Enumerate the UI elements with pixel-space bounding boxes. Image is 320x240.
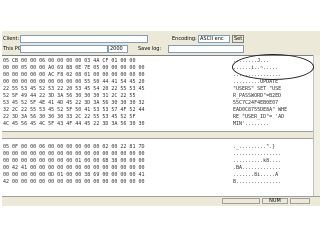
hex-bytes: 00 00 00 00 00 0D 01 00 00 38 69 00 00 0… xyxy=(3,172,145,178)
ascii-text: ..........k8.... xyxy=(233,158,282,164)
ascii-text: B............... xyxy=(233,179,282,185)
hex-bytes: 32 2C 22 55 53 45 52 5F 50 41 53 53 57 4… xyxy=(3,107,145,113)
hex-bytes: 53 45 52 5F 4E 41 4D 45 22 3D 3A 56 30 3… xyxy=(3,100,145,106)
status-cell-blank xyxy=(222,198,260,204)
ascii-text: R_PASSWORD"=B2ED xyxy=(233,93,282,99)
ascii-text: EAD0C8755DE8A" WHE xyxy=(233,107,288,113)
hex-bytes: 00 00 00 00 00 AC F8 02 08 01 00 00 00 0… xyxy=(3,72,145,78)
ascii-text: .BA............. xyxy=(233,165,282,171)
hex-bytes: 00 00 00 00 00 00 00 00 00 55 50 44 41 5… xyxy=(3,79,145,85)
hex-bytes: 05 CB 00 00 06 00 00 00 00 03 4A CF 01 0… xyxy=(3,58,136,64)
hex-bytes: 4C 45 56 45 4C 5F 43 4F 44 45 22 3D 3A 5… xyxy=(3,121,145,127)
this-pc-field[interactable] xyxy=(20,45,108,53)
hex-bytes: 52 5F 49 44 22 3D 3A 56 30 30 30 31 2C 2… xyxy=(3,93,136,99)
encoding-label: Encoding: xyxy=(172,36,197,42)
save-log-field[interactable] xyxy=(168,45,244,53)
hex-bytes: 42 00 00 00 00 00 00 00 00 00 00 00 00 0… xyxy=(3,179,145,185)
ascii-text: 55C7C24F4EB0E07 xyxy=(233,100,279,106)
ascii-text: "USERS" SET "USE xyxy=(233,86,282,92)
highlight-ellipse xyxy=(232,54,314,80)
num-lock-indicator: NUM xyxy=(262,198,288,204)
section-divider[interactable] xyxy=(2,131,314,139)
encoding-field[interactable]: ASCII enc xyxy=(198,35,230,43)
hex-bytes: 00 00 00 00 00 00 00 00 00 00 00 00 00 0… xyxy=(3,151,145,157)
client-label: Client: xyxy=(3,36,20,42)
ascii-text: RE "USER_ID"= 'AD xyxy=(233,114,285,120)
hex-bytes: 22 55 53 45 52 53 22 20 53 45 54 20 22 5… xyxy=(3,86,145,92)
hex-bytes: 00 00 05 00 00 A0 69 B8 0E 7E 05 00 00 0… xyxy=(3,65,145,71)
status-bar: NUM xyxy=(2,196,320,206)
vertical-scrollbar[interactable] xyxy=(313,55,320,197)
status-cell-empty xyxy=(290,198,310,204)
save-log-label: Save log: xyxy=(138,46,162,52)
ascii-text: .......8i.....A xyxy=(233,172,279,178)
port-field[interactable]: 2000 xyxy=(108,45,128,53)
ascii-text: MIN'........ xyxy=(233,121,270,127)
hex-bytes: 00 00 00 00 00 00 00 00 01 00 00 6B 38 0… xyxy=(3,158,145,164)
ascii-text: ._.........".} xyxy=(233,144,276,150)
hex-bytes: 22 3D 3A 56 30 30 30 33 2C 22 55 53 45 5… xyxy=(3,114,136,120)
hex-bytes: 00 42 41 00 00 00 00 00 00 00 00 00 00 0… xyxy=(3,165,145,171)
hex-bytes: 05 0F 00 00 06 00 00 00 00 00 00 02 00 2… xyxy=(3,144,145,150)
client-field[interactable] xyxy=(20,35,148,43)
ascii-text: ................ xyxy=(233,151,282,157)
set-encoding-button[interactable]: Set xyxy=(232,35,244,43)
